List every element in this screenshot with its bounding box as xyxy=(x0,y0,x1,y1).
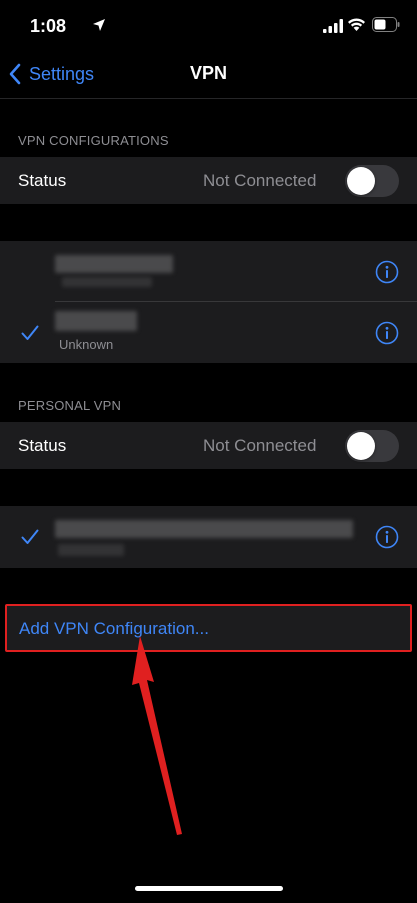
location-arrow-icon xyxy=(93,19,105,31)
toggle-knob xyxy=(347,432,375,460)
battery-icon xyxy=(372,17,400,32)
connection-status-sublabel: Unknown xyxy=(59,337,114,352)
vpn-status-toggle[interactable] xyxy=(345,165,399,197)
wifi-icon xyxy=(348,18,365,31)
signal-icon xyxy=(323,19,343,33)
nav-divider xyxy=(0,98,417,99)
vpn-status-value: Not Connected xyxy=(203,171,317,190)
annotation-arrow xyxy=(132,636,182,835)
navigation-bar: Settings VPN xyxy=(0,52,417,96)
page-title: VPN xyxy=(189,63,227,83)
checkmark-icon xyxy=(21,325,39,340)
redacted-profile-name xyxy=(55,255,173,273)
vpn-profile-row-selected[interactable]: Unknown xyxy=(0,302,417,363)
home-indicator[interactable] xyxy=(135,886,283,891)
vpn-profiles-group: Unknown xyxy=(0,241,417,363)
section-header-personal-vpn: PERSONAL VPN xyxy=(18,398,122,413)
personal-vpn-status-label: Status xyxy=(18,436,67,455)
info-icon[interactable] xyxy=(375,260,399,284)
toggle-knob xyxy=(347,167,375,195)
vpn-profile-row[interactable] xyxy=(0,241,417,301)
personal-vpn-status-value: Not Connected xyxy=(203,436,317,455)
redacted-profile-name xyxy=(55,311,137,331)
info-icon[interactable] xyxy=(375,525,399,549)
redacted-profile-name xyxy=(55,520,353,538)
checkmark-icon xyxy=(21,529,39,544)
info-icon[interactable] xyxy=(375,321,399,345)
personal-vpn-status-row: Status Not Connected xyxy=(0,422,417,469)
vpn-status-label: Status xyxy=(18,171,67,190)
section-header-vpn-configurations: VPN CONFIGURATIONS xyxy=(18,133,169,148)
status-time: 1:08 xyxy=(30,16,67,36)
status-bar: 1:08 xyxy=(0,0,417,50)
personal-vpn-status-toggle[interactable] xyxy=(345,430,399,462)
personal-vpn-profile-row[interactable] xyxy=(0,506,417,568)
redacted-profile-detail xyxy=(62,277,152,287)
redacted-profile-detail xyxy=(58,544,124,556)
vpn-status-row: Status Not Connected xyxy=(0,157,417,204)
